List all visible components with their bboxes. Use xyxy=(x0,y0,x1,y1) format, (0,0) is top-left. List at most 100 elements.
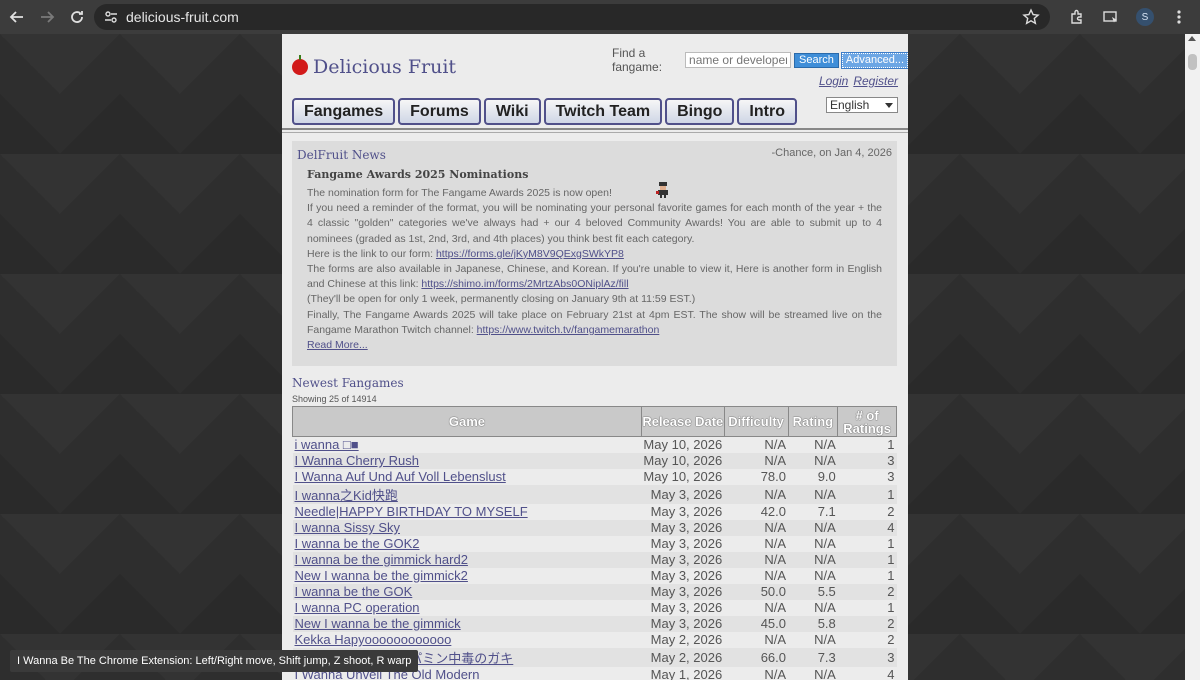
difficulty-cell: N/A xyxy=(724,599,788,616)
column-header-rating[interactable]: Rating xyxy=(787,406,839,437)
game-link[interactable]: I Wanna Auf Und Auf Voll Lebenslust xyxy=(295,469,506,484)
table-row: I wanna之Kid快跑 May 3, 2026 N/A N/A 1 xyxy=(292,484,897,504)
num-ratings-cell: 4 xyxy=(837,519,897,536)
twitch-link[interactable]: https://www.twitch.tv/fangamemarathon xyxy=(477,324,660,336)
game-link[interactable]: I wanna PC operation xyxy=(295,600,420,615)
difficulty-cell: N/A xyxy=(724,519,788,536)
reload-icon[interactable] xyxy=(62,2,92,32)
column-header-release-date[interactable]: Release Date xyxy=(640,406,725,437)
read-more-link[interactable]: Read More... xyxy=(307,339,368,351)
rating-cell: 9.0 xyxy=(788,468,838,485)
search-button[interactable]: Search xyxy=(794,52,839,68)
table-row: I wanna PC operation May 3, 2026 N/A N/A 1 xyxy=(292,599,897,616)
release-date-cell: May 10, 2026 xyxy=(641,436,725,453)
divider xyxy=(282,132,908,133)
table-row: I Wanna Cherry Rush May 10, 2026 N/A N/A 3 xyxy=(292,452,897,469)
game-link[interactable]: I wanna Sissy Sky xyxy=(295,520,401,535)
table-row: New I wanna be the gimmick May 3, 2026 45.… xyxy=(292,615,897,632)
language-select[interactable]: English xyxy=(826,97,898,113)
news-title[interactable]: DelFruit News xyxy=(297,148,386,162)
table-row: I wanna Sissy Sky May 3, 2026 N/A N/A 4 xyxy=(292,519,897,536)
page-scrollbar[interactable] xyxy=(1185,34,1200,680)
site-settings-icon[interactable] xyxy=(98,4,124,30)
scroll-thumb[interactable] xyxy=(1188,54,1197,70)
difficulty-cell: 45.0 xyxy=(724,615,788,632)
rating-cell: N/A xyxy=(788,666,838,680)
rating-cell: N/A xyxy=(788,599,838,616)
table-row: I wanna be the GOK2 May 3, 2026 N/A N/A 1 xyxy=(292,535,897,552)
game-link[interactable]: i wanna □■ xyxy=(295,437,359,452)
url-text[interactable]: delicious-fruit.com xyxy=(126,9,239,25)
num-ratings-cell: 2 xyxy=(837,503,897,520)
tab-wiki[interactable]: Wiki xyxy=(483,98,541,125)
rating-cell: 7.3 xyxy=(788,647,838,667)
game-cell: New I wanna be the gimmick xyxy=(292,615,642,632)
address-bar[interactable]: delicious-fruit.com xyxy=(94,4,1050,30)
rating-cell: N/A xyxy=(788,631,838,648)
num-ratings-cell: 3 xyxy=(837,647,897,667)
account-links: Login Register xyxy=(814,74,898,88)
rating-cell: N/A xyxy=(788,452,838,469)
profile-avatar[interactable]: S xyxy=(1130,2,1160,32)
game-link[interactable]: I wanna be the GOK2 xyxy=(295,536,420,551)
release-date-cell: May 3, 2026 xyxy=(641,551,725,568)
table-row: I wanna be the gimmick hard2 May 3, 2026 N… xyxy=(292,551,897,568)
login-link[interactable]: Login xyxy=(819,74,848,88)
difficulty-cell: N/A xyxy=(724,551,788,568)
back-icon[interactable] xyxy=(2,2,32,32)
release-date-cell: May 3, 2026 xyxy=(641,583,725,600)
difficulty-cell: 78.0 xyxy=(724,468,788,485)
release-date-cell: May 3, 2026 xyxy=(641,599,725,616)
tab-intro[interactable]: Intro xyxy=(737,98,797,125)
column-header-game[interactable]: Game xyxy=(292,406,642,437)
tab-fangames[interactable]: Fangames xyxy=(292,98,396,125)
game-link[interactable]: I wanna be the gimmick hard2 xyxy=(295,552,468,567)
difficulty-cell: N/A xyxy=(724,484,788,504)
num-ratings-cell: 1 xyxy=(837,436,897,453)
rating-cell: N/A xyxy=(788,535,838,552)
search-input[interactable] xyxy=(685,52,792,68)
tab-twitch-team[interactable]: Twitch Team xyxy=(543,98,663,125)
bookmark-star-icon[interactable] xyxy=(1022,8,1040,26)
form-link[interactable]: https://forms.gle/jKyM8V9QExgSWkYP8 xyxy=(436,248,624,260)
game-link[interactable]: I wanna be the GOK xyxy=(295,584,413,599)
num-ratings-cell: 1 xyxy=(837,551,897,568)
tab-bingo[interactable]: Bingo xyxy=(665,98,735,125)
menu-kebab-icon[interactable] xyxy=(1164,2,1194,32)
news-headline: Fangame Awards 2025 Nominations xyxy=(307,168,529,181)
difficulty-cell: N/A xyxy=(724,452,788,469)
rating-cell: N/A xyxy=(788,519,838,536)
advanced-search-button[interactable]: Advanced... xyxy=(840,51,908,69)
shimo-form-link[interactable]: https://shimo.im/forms/2MrtzAbs0ONiplAz/… xyxy=(421,278,628,290)
num-ratings-cell: 4 xyxy=(837,666,897,680)
game-link[interactable]: New I wanna be the gimmick xyxy=(295,616,461,631)
column-header-num-ratings[interactable]: # of Ratings xyxy=(837,406,897,437)
rating-cell: 5.8 xyxy=(788,615,838,632)
game-link[interactable]: I wanna之Kid快跑 xyxy=(295,488,398,503)
site-logo[interactable]: Delicious Fruit xyxy=(292,55,456,78)
game-cell: I wanna be the GOK xyxy=(292,583,642,600)
game-cell: Kekka Hapyoooooooooooo xyxy=(292,631,642,648)
forward-icon[interactable] xyxy=(32,2,62,32)
register-link[interactable]: Register xyxy=(853,74,898,88)
game-link[interactable]: I Wanna Cherry Rush xyxy=(295,453,420,468)
rating-cell: 5.5 xyxy=(788,583,838,600)
news-meta: -Chance, on Jan 4, 2026 xyxy=(771,147,892,159)
game-cell: I wanna PC operation xyxy=(292,599,642,616)
difficulty-cell: N/A xyxy=(724,436,788,453)
game-link[interactable]: Needle|HAPPY BIRTHDAY TO MYSELF xyxy=(295,504,528,519)
game-cell: I wanna be the gimmick hard2 xyxy=(292,551,642,568)
column-header-difficulty[interactable]: Difficulty xyxy=(723,406,789,437)
release-date-cell: May 1, 2026 xyxy=(641,666,725,680)
game-link[interactable]: Kekka Hapyoooooooooooo xyxy=(295,632,452,647)
game-cell: I wanna之Kid快跑 xyxy=(292,484,642,504)
extensions-icon[interactable] xyxy=(1062,2,1092,32)
media-controls-icon[interactable] xyxy=(1096,2,1126,32)
scroll-up-icon[interactable] xyxy=(1188,36,1196,41)
search-label: Find a fangame: xyxy=(612,46,663,74)
difficulty-cell: N/A xyxy=(724,567,788,584)
release-date-cell: May 3, 2026 xyxy=(641,519,725,536)
tab-forums[interactable]: Forums xyxy=(398,98,481,125)
site-content: Delicious Fruit Find a fangame: Search A… xyxy=(282,34,908,680)
game-link[interactable]: New I wanna be the gimmick2 xyxy=(295,568,468,583)
